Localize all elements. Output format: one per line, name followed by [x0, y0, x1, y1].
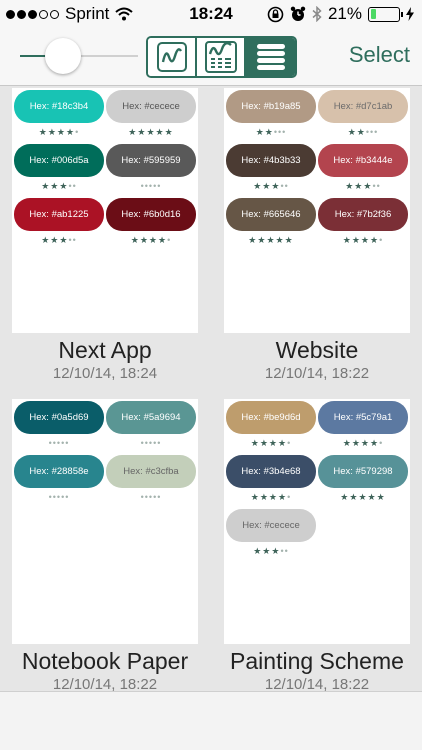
color-swatch[interactable]: Hex: #595959 — [106, 144, 196, 177]
view-mode-control — [146, 36, 297, 78]
star-rating[interactable]: ••••• — [106, 181, 196, 191]
toolbar: Select — [0, 28, 422, 86]
waveform-bars-icon — [204, 41, 237, 73]
rotation-lock-icon — [267, 6, 284, 22]
star-rating[interactable]: ★★★★• — [14, 127, 104, 138]
star-rating[interactable]: ★★★★• — [226, 438, 316, 449]
project-title[interactable]: Painting Scheme — [224, 648, 410, 675]
star-rating[interactable]: ••••• — [106, 492, 196, 502]
palette-card[interactable]: Hex: #be9d6d ★★★★• Hex: #5c79a1 ★★★★• Hex: #… — [224, 399, 410, 644]
color-swatch[interactable]: Hex: #579298 — [318, 455, 408, 488]
color-swatch[interactable]: Hex: #cecece — [106, 90, 196, 123]
star-rating[interactable]: ★★★★★ — [226, 235, 316, 246]
color-swatch[interactable]: Hex: #b19a85 — [226, 90, 316, 123]
color-swatch[interactable]: Hex: #665646 — [226, 198, 316, 231]
battery-icon — [368, 6, 403, 22]
color-swatch[interactable]: Hex: #5c79a1 — [318, 401, 408, 434]
color-swatch[interactable]: Hex: #4b3b33 — [226, 144, 316, 177]
color-swatch[interactable]: Hex: #28858e — [14, 455, 104, 488]
color-swatch[interactable]: Hex: #cecece — [226, 509, 316, 542]
star-rating[interactable]: ★★★•• — [226, 181, 316, 192]
battery-percent: 21% — [327, 4, 362, 23]
color-swatch[interactable]: Hex: #18c3b4 — [14, 90, 104, 123]
star-rating[interactable]: ★★••• — [318, 127, 408, 138]
palette-card[interactable]: Hex: #0a5d69 ••••• Hex: #5a9694 ••••• Hex: #… — [12, 399, 198, 644]
wave-view-button[interactable] — [148, 38, 197, 76]
color-swatch[interactable]: Hex: #7b2f36 — [318, 198, 408, 231]
project-date: 12/10/14, 18:22 — [264, 365, 370, 382]
color-swatch[interactable]: Hex: #0a5d69 — [14, 401, 104, 434]
star-rating[interactable]: ••••• — [14, 438, 104, 448]
alarm-icon — [290, 6, 306, 21]
star-rating[interactable]: ••••• — [106, 438, 196, 448]
color-swatch[interactable]: Hex: #006d5a — [14, 144, 104, 177]
color-swatch[interactable]: Hex: #ab1225 — [14, 198, 104, 231]
list-view-button[interactable] — [246, 38, 295, 76]
select-button[interactable]: Select — [349, 42, 410, 68]
bluetooth-icon — [312, 6, 322, 22]
project-title[interactable]: Notebook Paper — [12, 648, 198, 675]
star-rating[interactable]: ★★★•• — [318, 181, 408, 192]
star-rating[interactable]: ★★★★★ — [318, 492, 408, 503]
star-rating[interactable]: ★★★★• — [226, 492, 316, 503]
star-rating[interactable]: ★★••• — [226, 127, 316, 138]
color-swatch[interactable]: Hex: #c3cfba — [106, 455, 196, 488]
project-title[interactable]: Next App — [12, 337, 198, 364]
chart-view-button[interactable] — [197, 38, 246, 76]
color-swatch[interactable]: Hex: #b3444e — [318, 144, 408, 177]
project-date: 12/10/14, 18:24 — [52, 365, 158, 382]
star-rating[interactable]: ★★★•• — [14, 181, 104, 192]
waveform-icon — [156, 42, 187, 72]
status-bar: Sprint 18:24 21% — [0, 0, 422, 28]
bottom-toolbar — [0, 691, 422, 750]
star-rating[interactable]: ••••• — [14, 492, 104, 502]
color-swatch[interactable]: Hex: #be9d6d — [226, 401, 316, 434]
charging-icon — [406, 7, 414, 21]
star-rating[interactable]: ★★★★• — [318, 438, 408, 449]
star-rating[interactable]: ★★★•• — [226, 546, 316, 557]
project-title[interactable]: Website — [224, 337, 410, 364]
color-swatch[interactable]: Hex: #d7c1ab — [318, 90, 408, 123]
list-icon — [256, 44, 285, 70]
palette-card[interactable]: Hex: #18c3b4 ★★★★• Hex: #cecece ★★★★★ Hex: #… — [12, 88, 198, 333]
color-swatch[interactable]: Hex: #3b4e68 — [226, 455, 316, 488]
star-rating[interactable]: ★★★•• — [14, 235, 104, 246]
size-slider-thumb[interactable] — [45, 38, 81, 74]
star-rating[interactable]: ★★★★• — [318, 235, 408, 246]
star-rating[interactable]: ★★★★• — [106, 235, 196, 246]
palette-card[interactable]: Hex: #b19a85 ★★••• Hex: #d7c1ab ★★••• Hex: #… — [224, 88, 410, 333]
color-swatch[interactable]: Hex: #6b0d16 — [106, 198, 196, 231]
color-swatch[interactable]: Hex: #5a9694 — [106, 401, 196, 434]
star-rating[interactable]: ★★★★★ — [106, 127, 196, 138]
